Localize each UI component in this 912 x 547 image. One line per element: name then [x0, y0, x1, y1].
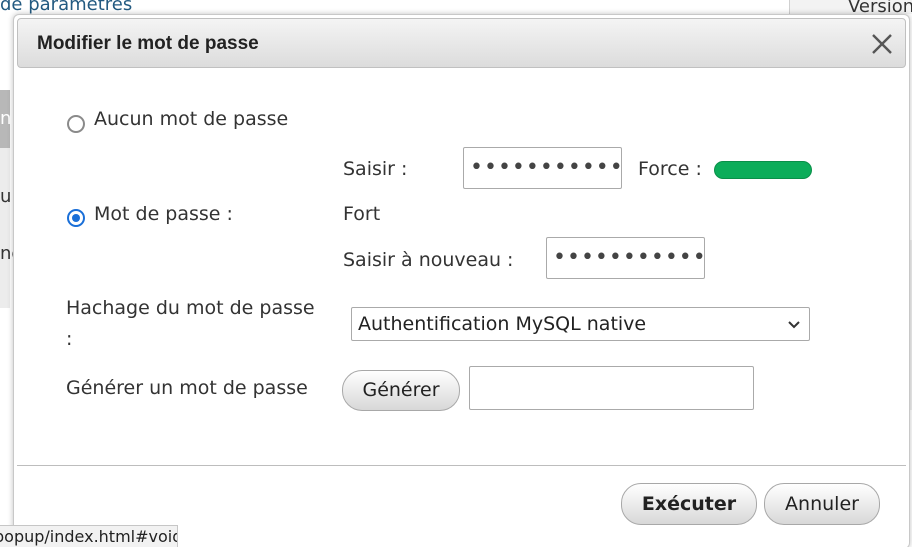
generated-password-input[interactable] — [469, 366, 754, 410]
password-radio[interactable] — [67, 209, 85, 227]
background-link[interactable]: de paramètres — [0, 0, 132, 15]
strength-label: Force : — [638, 158, 702, 180]
cancel-button[interactable]: Annuler — [764, 483, 880, 525]
password-radio-label[interactable]: Mot de passe : — [94, 203, 233, 225]
enter-password-label: Saisir : — [343, 158, 408, 180]
dialog-titlebar[interactable]: Modifier le mot de passe — [17, 18, 906, 68]
background-fragment: u — [0, 186, 12, 207]
page: de paramètres Version n u ne Modifier le… — [0, 0, 912, 547]
status-bar-url: popup/index.html#void — [0, 525, 178, 547]
hashing-select[interactable]: Authentification MySQL native — [351, 307, 810, 341]
strength-text: Fort — [343, 203, 381, 225]
reenter-password-label: Saisir à nouveau : — [343, 249, 514, 271]
dialog-separator — [17, 465, 906, 466]
status-url-text: popup/index.html#void — [0, 527, 178, 546]
no-password-radio[interactable] — [67, 115, 85, 133]
strength-meter — [714, 161, 812, 179]
hashing-label-colon: : — [66, 328, 73, 350]
hashing-label: Hachage du mot de passe — [66, 297, 315, 319]
execute-button[interactable]: Exécuter — [621, 483, 757, 525]
generate-button[interactable]: Générer — [342, 370, 460, 411]
background-left-panel — [0, 148, 10, 308]
change-password-dialog: Modifier le mot de passe Aucun mot de pa… — [13, 14, 910, 547]
reenter-password-input[interactable]: ••••••••••••• — [546, 237, 705, 279]
password-input[interactable]: ••••••••••••• — [463, 147, 622, 189]
generate-password-label: Générer un mot de passe — [66, 377, 308, 399]
close-icon[interactable] — [869, 31, 895, 57]
background-fragment: n — [0, 108, 12, 129]
dialog-title: Modifier le mot de passe — [37, 33, 259, 54]
no-password-label[interactable]: Aucun mot de passe — [94, 108, 288, 130]
hashing-selected-value: Authentification MySQL native — [358, 313, 647, 335]
chevron-down-icon — [787, 317, 801, 331]
